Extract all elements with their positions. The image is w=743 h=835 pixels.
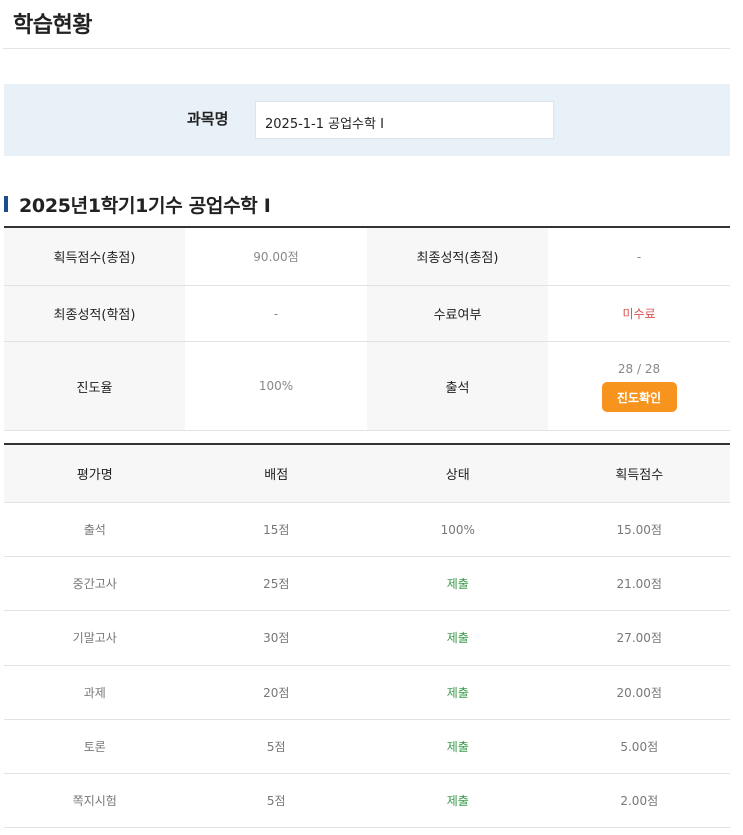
final-grade-total-value: - <box>548 228 730 285</box>
check-progress-button[interactable]: 진도확인 <box>601 382 677 412</box>
evaluation-score: 27.00점 <box>616 631 662 646</box>
summary-table: 획득점수(총점) 90.00점 최종성적(총점) - 최종성적(학점) - 수료… <box>4 226 730 431</box>
completion-status-value: 미수료 <box>548 286 730 341</box>
evaluation-name: 토론 <box>83 739 106 754</box>
final-grade-letter-label: 최종성적(학점) <box>4 286 185 341</box>
evaluation-points: 5점 <box>266 794 286 809</box>
grades-table: 평가명 배점 상태 획득점수 출석 15점 100% 15.00점 중간고사 2… <box>4 443 730 829</box>
column-header-points: 배점 <box>264 468 289 483</box>
evaluation-name: 과제 <box>83 685 106 700</box>
evaluation-status: 제출 <box>446 631 469 646</box>
evaluation-name: 출석 <box>83 523 106 538</box>
completion-status-label: 수료여부 <box>367 286 548 341</box>
table-row: 과제 20점 제출 20.00점 <box>4 666 730 720</box>
page-title: 학습현황 <box>13 13 92 38</box>
evaluation-points: 25점 <box>263 577 290 592</box>
table-row: 기말고사 30점 제출 27.00점 <box>4 611 730 666</box>
column-header-evaluation: 평가명 <box>76 468 113 483</box>
attendance-count: 28 / 28 <box>617 362 661 376</box>
evaluation-status: 제출 <box>446 794 469 809</box>
progress-rate-value: 100% <box>185 342 367 430</box>
evaluation-status: 제출 <box>446 685 469 700</box>
evaluation-points: 15점 <box>263 523 290 538</box>
evaluation-name: 중간고사 <box>72 577 117 592</box>
evaluation-status: 제출 <box>446 739 469 754</box>
summary-row: 진도율 100% 출석 28 / 28 진도확인 <box>4 342 730 431</box>
table-row: 중간고사 25점 제출 21.00점 <box>4 557 730 612</box>
table-row: 출석 15점 100% 15.00점 <box>4 503 730 558</box>
evaluation-points: 5점 <box>266 739 286 754</box>
earned-score-value: 90.00점 <box>185 228 367 285</box>
evaluation-score: 15.00점 <box>616 523 662 538</box>
evaluation-score: 20.00점 <box>616 685 662 700</box>
attendance-label: 출석 <box>367 342 548 430</box>
course-select[interactable]: 2025-1-1 공업수학 I <box>255 101 554 139</box>
evaluation-status: 100% <box>440 522 475 537</box>
column-header-score: 획득점수 <box>615 468 664 483</box>
evaluation-score: 5.00점 <box>620 739 659 754</box>
table-row: 토론 5점 제출 5.00점 <box>4 720 730 774</box>
course-filter-label: 과목명 <box>187 110 229 128</box>
final-grade-letter-value: - <box>185 286 367 341</box>
evaluation-score: 21.00점 <box>616 577 662 592</box>
attendance-cell: 28 / 28 진도확인 <box>548 342 730 430</box>
evaluation-score: 2.00점 <box>620 794 659 809</box>
final-grade-total-label: 최종성적(총점) <box>367 228 548 285</box>
summary-row: 획득점수(총점) 90.00점 최종성적(총점) - <box>4 228 730 286</box>
section-accent-bar <box>4 196 8 212</box>
course-title: 2025년1학기1기수 공업수학 I <box>19 195 271 217</box>
grades-header-row: 평가명 배점 상태 획득점수 <box>4 445 730 503</box>
column-header-status: 상태 <box>445 468 470 483</box>
evaluation-name: 쪽지시험 <box>72 794 117 809</box>
evaluation-points: 20점 <box>263 685 290 700</box>
course-filter-panel: 과목명 2025-1-1 공업수학 I <box>4 84 730 156</box>
title-divider <box>3 48 730 49</box>
progress-rate-label: 진도율 <box>4 342 185 430</box>
evaluation-name: 기말고사 <box>72 631 117 646</box>
summary-row: 최종성적(학점) - 수료여부 미수료 <box>4 286 730 342</box>
evaluation-points: 30점 <box>263 631 290 646</box>
table-row: 쪽지시험 5점 제출 2.00점 <box>4 774 730 829</box>
evaluation-status: 제출 <box>446 577 469 592</box>
earned-score-label: 획득점수(총점) <box>4 228 185 285</box>
